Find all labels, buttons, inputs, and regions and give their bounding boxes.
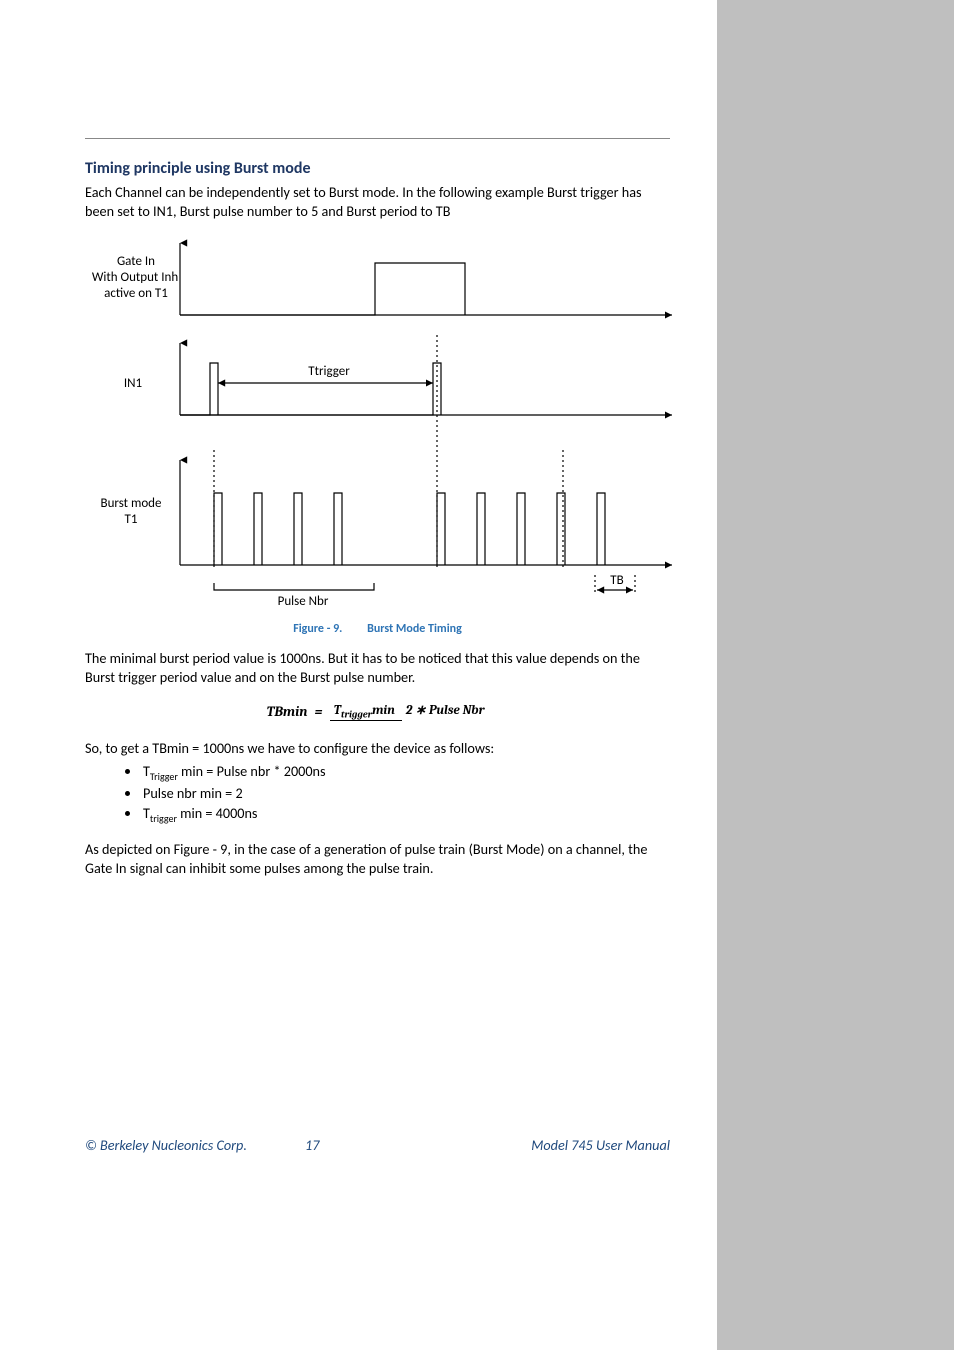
intro-paragraph: Each Channel can be independently set to… (85, 183, 670, 221)
eq-num-t: T (334, 703, 341, 718)
figure-label-pulse-nbr: Pulse Nbr (263, 593, 343, 611)
document-page: Timing principle using Burst mode Each C… (0, 0, 717, 1350)
figure-caption: Figure - 9. Burst Mode Timing (85, 621, 670, 637)
figure-label-gate-in-3: active on T1 (91, 285, 181, 303)
bullet-3: Ttrigger min = 4000ns (141, 804, 670, 825)
tbmin-equation: TBmin = Ttriggermin 2 ∗ Pulse Nbr (85, 701, 670, 722)
figure-label-t1: T1 (87, 511, 175, 529)
b3-sub: trigger (150, 812, 177, 825)
figure-title: Burst Mode Timing (367, 622, 462, 636)
figure-label-gate-in-2: With Output Inh (81, 269, 189, 287)
timing-figure: Gate In With Output Inh active on T1 IN1… (85, 235, 675, 617)
so-paragraph: So, to get a TBmin = 1000ns we have to c… (85, 739, 670, 758)
page-content: Timing principle using Burst mode Each C… (85, 158, 670, 882)
section-heading: Timing principle using Burst mode (85, 158, 670, 180)
eq-num-sub: trigger (341, 709, 372, 721)
bullet-1: TTrigger min = Pulse nbr * 2000ns (141, 762, 670, 783)
equation-denominator: 2 ∗ Pulse Nbr (402, 701, 489, 718)
figure-label-tb: TB (604, 572, 630, 590)
b3-post: min = 4000ns (177, 804, 258, 822)
equation-equals: = (315, 703, 323, 722)
footer-copyright: © Berkeley Nucleonics Corp. (85, 1136, 247, 1155)
equation-lhs: TBmin (266, 703, 307, 722)
footer-manual-title: Model 745 User Manual (531, 1136, 670, 1155)
depicted-paragraph: As depicted on Figure - 9, in the case o… (85, 840, 670, 878)
b3-pre: T (143, 804, 150, 822)
figure-label-ttrigger: Ttrigger (299, 363, 359, 381)
figure-label-burst-mode: Burst mode (87, 495, 175, 513)
figure-label-gate-in-1: Gate In (91, 253, 181, 271)
equation-fraction: Ttriggermin 2 ∗ Pulse Nbr (330, 701, 489, 722)
b1-pre: T (143, 762, 150, 780)
eq-num-min: min (372, 703, 395, 718)
page-footer: © Berkeley Nucleonics Corp. 17 Model 745… (85, 1136, 670, 1155)
config-bullet-list: TTrigger min = Pulse nbr * 2000ns Pulse … (85, 762, 670, 826)
figure-number: Figure - 9. (293, 622, 342, 636)
figure-label-in1: IN1 (103, 375, 163, 393)
footer-page-number: 17 (305, 1136, 319, 1155)
minimal-burst-paragraph: The minimal burst period value is 1000ns… (85, 649, 670, 687)
b1-post: min = Pulse nbr * 2000ns (178, 762, 326, 780)
header-rule (85, 138, 670, 139)
equation-numerator: Ttriggermin (330, 703, 402, 721)
bullet-2: Pulse nbr min = 2 (141, 784, 670, 803)
b1-sub: Trigger (150, 770, 178, 783)
